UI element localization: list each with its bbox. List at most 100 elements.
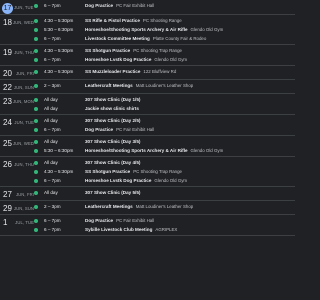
today-date-number[interactable]: 17 bbox=[2, 3, 13, 14]
event-color-dot-icon bbox=[34, 169, 38, 174]
date-label: JUN, MON bbox=[12, 99, 34, 104]
day-events: All day 307 Show Clinic (Day 4/5) 4:30 – 5… bbox=[34, 157, 295, 186]
event-location: Glendo Old Gym bbox=[190, 27, 224, 32]
event-location: PC Fair Exhibit Hall bbox=[116, 127, 155, 132]
event-item[interactable]: All day 307 Show Clinic (Day 1/5) bbox=[34, 95, 295, 104]
event-title: Horseshoe Lvstk Dog Practice bbox=[85, 178, 152, 183]
date-number[interactable]: 24 bbox=[3, 118, 13, 128]
day-date[interactable]: 23 JUN, MON bbox=[0, 94, 34, 114]
event-item[interactable]: 2 – 3pm Leathercraft Meetings Matt Loudine… bbox=[34, 81, 295, 90]
date-number[interactable]: 18 bbox=[3, 18, 12, 28]
date-number[interactable]: 20 bbox=[3, 69, 15, 79]
event-time: All day bbox=[44, 160, 58, 165]
date-number[interactable]: 19 bbox=[3, 48, 13, 58]
event-item[interactable]: 6 – 7pm Dog Practice PC Fair Exhibit Hall bbox=[34, 1, 295, 10]
event-title: Jackie show clinic shirts bbox=[85, 106, 139, 111]
event-color-dot-icon bbox=[34, 160, 38, 165]
date-number[interactable]: 25 bbox=[3, 139, 12, 149]
event-title: Livestock Committee Meeting bbox=[85, 36, 150, 41]
event-item[interactable]: All day 307 Show Clinic (Day 5/5) bbox=[34, 188, 295, 197]
event-item[interactable]: 6 – 7pm Sybille Livestock Club Meeting AGR… bbox=[34, 225, 295, 234]
event-item[interactable]: 6 – 7pm Horseshoe Lvstk Dog Practice Glend… bbox=[34, 176, 295, 185]
event-time: 4:30 – 5:30pm bbox=[44, 18, 74, 23]
event-item[interactable]: 5:30 – 6:30pm Horseshoe/Shooting Sports A… bbox=[34, 25, 295, 34]
day-date[interactable]: 19 JUN, THU bbox=[0, 45, 34, 65]
event-item[interactable]: All day Jackie show clinic shirts bbox=[34, 104, 295, 113]
event-item[interactable]: 5:30 – 6:30pm Horseshoe/Shooting Sports A… bbox=[34, 146, 295, 155]
event-color-dot-icon bbox=[34, 127, 38, 132]
day-date[interactable]: 22 JUN, SUN bbox=[0, 80, 34, 93]
date-label: JUN, FRI bbox=[15, 192, 34, 197]
event-item[interactable]: 6 – 7pm Horseshoe Lvstk Dog Practice Glend… bbox=[34, 55, 295, 64]
day-events: 6 – 7pm Dog Practice PC Fair Exhibit Hall 6… bbox=[34, 215, 295, 235]
event-color-dot-icon bbox=[34, 178, 38, 183]
event-time: 6 – 7pm bbox=[44, 57, 61, 62]
event-location: Glendo Old Gym bbox=[190, 148, 224, 153]
date-number[interactable]: 22 bbox=[3, 83, 13, 93]
event-time: All day bbox=[44, 139, 58, 144]
day-date[interactable]: 1 JUL, TUE bbox=[0, 215, 34, 235]
day-events: 4:30 – 5:30pm SS Rifle & Pistol Practice P… bbox=[34, 15, 295, 44]
event-color-dot-icon bbox=[34, 57, 38, 62]
event-time: 6 – 7pm bbox=[44, 36, 61, 41]
event-title: 307 Show Clinic (Day 3/5) bbox=[85, 139, 141, 144]
day-date[interactable]: 24 JUN, TUE bbox=[0, 115, 34, 135]
event-item[interactable]: 2 – 3pm Leathercraft Meetings Matt Loudine… bbox=[34, 202, 295, 211]
day-date[interactable]: 17 JUN, TUE bbox=[0, 0, 34, 14]
event-title: Horseshoe Lvstk Dog Practice bbox=[85, 57, 152, 62]
event-item[interactable]: 4:30 – 5:30pm SS Rifle & Pistol Practice P… bbox=[34, 16, 295, 25]
event-item[interactable]: All day 307 Show Clinic (Day 2/5) bbox=[34, 116, 295, 125]
agenda-day: 17 JUN, TUE 6 – 7pm Dog Practice PC Fair Exh… bbox=[0, 0, 295, 15]
event-color-dot-icon bbox=[34, 218, 38, 223]
event-item[interactable]: 4:30 – 5:30pm SS Shotgun Practice PC Shoot… bbox=[34, 46, 295, 55]
event-item[interactable]: 4:30 – 5:30pm SS Shotgun Practice PC Shoot… bbox=[34, 167, 295, 176]
day-date[interactable]: 26 JUN, THU bbox=[0, 157, 34, 186]
event-item[interactable]: 6 – 7pm Dog Practice PC Fair Exhibit Hall bbox=[34, 125, 295, 134]
day-date[interactable]: 27 JUN, FRI bbox=[0, 187, 34, 200]
event-color-dot-icon bbox=[34, 18, 38, 23]
event-title: SS Shotgun Practice bbox=[85, 48, 131, 53]
event-item[interactable]: 6 – 7pm Livestock Committee Meeting Platte… bbox=[34, 34, 295, 43]
date-label: JUN, THU bbox=[14, 50, 34, 55]
event-title: 307 Show Clinic (Day 1/5) bbox=[85, 97, 141, 102]
day-date[interactable]: 18 JUN, WED bbox=[0, 15, 34, 44]
date-number[interactable]: 27 bbox=[3, 190, 15, 200]
date-number[interactable]: 29 bbox=[3, 204, 13, 214]
event-item[interactable]: All day 307 Show Clinic (Day 4/5) bbox=[34, 158, 295, 167]
date-number[interactable]: 26 bbox=[3, 160, 13, 170]
day-date[interactable]: 29 JUN, SUN bbox=[0, 201, 34, 214]
date-label: JUN, TUE bbox=[14, 5, 34, 10]
event-time: All day bbox=[44, 118, 58, 123]
date-number[interactable]: 23 bbox=[3, 97, 12, 107]
date-number[interactable]: 1 bbox=[3, 218, 14, 228]
day-events: 4:30 – 5:30pm SS Shotgun Practice PC Shoot… bbox=[34, 45, 295, 65]
event-title: Sybille Livestock Club Meeting bbox=[85, 227, 153, 232]
event-location: PC Fair Exhibit Hall bbox=[116, 3, 155, 8]
date-label: JUN, FRI bbox=[15, 71, 34, 76]
event-item[interactable]: All day 307 Show Clinic (Day 3/5) bbox=[34, 137, 295, 146]
event-time: 6 – 7pm bbox=[44, 127, 61, 132]
event-time: 6 – 7pm bbox=[44, 178, 61, 183]
event-color-dot-icon bbox=[34, 190, 38, 195]
date-label: JUN, THU bbox=[14, 162, 34, 167]
agenda-day: 19 JUN, THU 4:30 – 5:30pm SS Shotgun Practi… bbox=[0, 45, 295, 66]
event-title: Horseshoe/Shooting Sports Archery & Air … bbox=[85, 27, 188, 32]
event-title: 307 Show Clinic (Day 2/5) bbox=[85, 118, 141, 123]
calendar-agenda: 17 JUN, TUE 6 – 7pm Dog Practice PC Fair Exh… bbox=[0, 0, 295, 300]
day-events: 2 – 3pm Leathercraft Meetings Matt Loudine… bbox=[34, 201, 295, 214]
day-events: All day 307 Show Clinic (Day 5/5) bbox=[34, 187, 295, 200]
event-title: Leathercraft Meetings bbox=[85, 83, 133, 88]
event-time: 5:30 – 6:30pm bbox=[44, 27, 74, 32]
day-date[interactable]: 20 JUN, FRI bbox=[0, 66, 34, 79]
event-item[interactable]: 4:30 – 5:30pm SS Muzzleloader Practice 122… bbox=[34, 67, 295, 76]
event-time: 5:30 – 6:30pm bbox=[44, 148, 74, 153]
agenda-day: 18 JUN, WED 4:30 – 5:30pm SS Rifle & Pistol… bbox=[0, 15, 295, 45]
event-time: 6 – 7pm bbox=[44, 218, 61, 223]
agenda-day: 23 JUN, MON All day 307 Show Clinic (Day 1/… bbox=[0, 94, 295, 115]
day-events: 4:30 – 5:30pm SS Muzzleloader Practice 122… bbox=[34, 66, 295, 79]
event-location: Matt Loudiner's Leather Shop bbox=[135, 83, 194, 88]
event-time: 4:30 – 5:30pm bbox=[44, 69, 74, 74]
event-location: Glendo Old Gym bbox=[154, 178, 188, 183]
event-item[interactable]: 6 – 7pm Dog Practice PC Fair Exhibit Hall bbox=[34, 216, 295, 225]
day-date[interactable]: 25 JUN, WED bbox=[0, 136, 34, 156]
